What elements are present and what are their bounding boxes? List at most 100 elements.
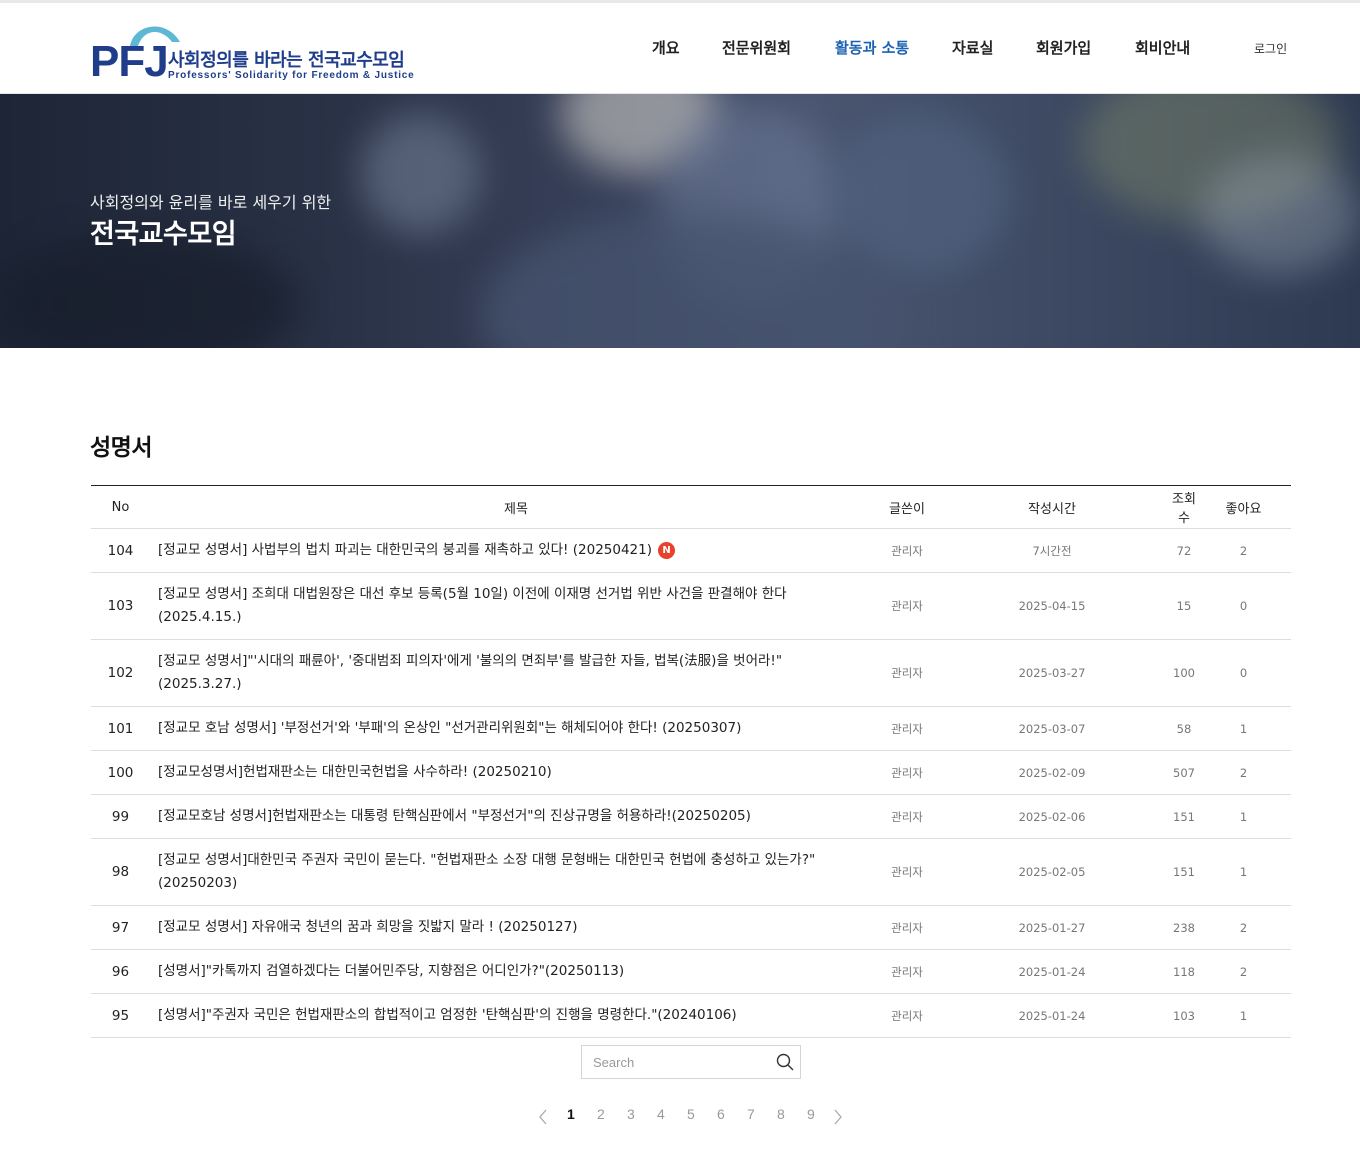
table-row[interactable]: 96 [성명서]"카톡까지 검열하겠다는 더불어민주당, 지향점은 어디인가?"(… <box>91 949 1291 994</box>
row-subject-link[interactable]: [정교모호남 성명서]헌법재판소는 대통령 탄핵심판에서 "부정선거"의 진상규… <box>158 808 751 824</box>
pagination: 1 2 3 4 5 6 7 8 9 <box>530 1106 850 1128</box>
page-6[interactable]: 6 <box>717 1106 725 1122</box>
row-date: 2025-01-27 <box>932 905 1172 950</box>
chevron-left-icon[interactable] <box>538 1109 548 1125</box>
row-number: 96 <box>91 949 150 994</box>
row-author: 관리자 <box>882 750 932 795</box>
hero-title: 전국교수모임 <box>90 219 237 250</box>
row-date: 2025-03-07 <box>932 706 1172 751</box>
row-views: 100 <box>1172 639 1196 707</box>
row-views: 507 <box>1172 750 1196 795</box>
row-subject: [정교모 성명서]대한민국 주권자 국민이 묻는다. "헌법재판소 소장 대행 … <box>150 838 882 906</box>
row-subject: [정교모 성명서] 조희대 대법원장은 대선 후보 등록(5월 10일) 이전에… <box>150 572 882 640</box>
row-views: 118 <box>1172 949 1196 994</box>
row-number: 103 <box>91 572 150 640</box>
page-8[interactable]: 8 <box>777 1106 785 1122</box>
column-header-views: 조회수 <box>1172 485 1196 529</box>
nav-item-join[interactable]: 회원가입 <box>1036 37 1091 58</box>
row-subject: [정교모성명서]헌법재판소는 대한민국헌법을 사수하라! (20250210) <box>150 750 882 795</box>
row-subject: [정교모호남 성명서]헌법재판소는 대통령 탄핵심판에서 "부정선거"의 진상규… <box>150 794 882 839</box>
table-row[interactable]: 97 [정교모 성명서] 자유애국 청년의 꿈과 희망을 짓밟지 말라 ! (20… <box>91 905 1291 950</box>
nav-item-archive[interactable]: 자료실 <box>952 37 993 58</box>
table-row[interactable]: 99 [정교모호남 성명서]헌법재판소는 대통령 탄핵심판에서 "부정선거"의 진… <box>91 794 1291 839</box>
search-icon[interactable] <box>776 1053 794 1071</box>
site-header: PFJ 사회정의를 바라는 전국교수모임 Professors' Solidar… <box>0 3 1360 94</box>
hero-subtitle: 사회정의와 윤리를 바로 세우기 위한 <box>90 193 332 212</box>
table-row[interactable]: 101 [정교모 호남 성명서] '부정선거'와 '부패'의 온상인 "선거관리위… <box>91 706 1291 751</box>
chevron-right-icon[interactable] <box>833 1109 843 1125</box>
table-row[interactable]: 104 [정교모 성명서] 사법부의 법치 파괴는 대한민국의 붕괴를 재촉하고 … <box>91 528 1291 573</box>
row-subject-link[interactable]: [정교모 성명서] 조희대 대법원장은 대선 후보 등록(5월 10일) 이전에… <box>158 586 787 625</box>
row-subject-link[interactable]: [성명서]"카톡까지 검열하겠다는 더불어민주당, 지향점은 어디인가?"(20… <box>158 963 624 979</box>
row-author: 관리자 <box>882 949 932 994</box>
row-subject: [성명서]"주권자 국민은 헌법재판소의 합법적이고 엄정한 '탄핵심판'의 진… <box>150 993 882 1038</box>
page-3[interactable]: 3 <box>627 1106 635 1122</box>
nav-item-activity[interactable]: 활동과 소통 <box>835 37 909 58</box>
row-views: 151 <box>1172 794 1196 839</box>
page-9[interactable]: 9 <box>807 1106 815 1122</box>
row-author: 관리자 <box>882 905 932 950</box>
row-number: 104 <box>91 528 150 573</box>
row-subject: [정교모 성명서] 자유애국 청년의 꿈과 희망을 짓밟지 말라 ! (2025… <box>150 905 882 950</box>
search-box <box>581 1045 801 1079</box>
row-views: 103 <box>1172 993 1196 1038</box>
nav-item-committee[interactable]: 전문위원회 <box>722 37 791 58</box>
row-number: 100 <box>91 750 150 795</box>
row-likes: 0 <box>1196 572 1291 640</box>
page-5[interactable]: 5 <box>687 1106 695 1122</box>
row-subject: [정교모 호남 성명서] '부정선거'와 '부패'의 온상인 "선거관리위원회"… <box>150 706 882 751</box>
logo-name-en: Professors' Solidarity for Freedom & Jus… <box>168 70 415 81</box>
row-likes: 0 <box>1196 639 1291 707</box>
logo-name-kr: 사회정의를 바라는 전국교수모임 <box>168 50 405 71</box>
row-number: 99 <box>91 794 150 839</box>
row-views: 72 <box>1172 528 1196 573</box>
row-author: 관리자 <box>882 838 932 906</box>
nav-item-fee[interactable]: 회비안내 <box>1135 37 1190 58</box>
row-date: 2025-01-24 <box>932 993 1172 1038</box>
row-number: 98 <box>91 838 150 906</box>
table-row[interactable]: 98 [정교모 성명서]대한민국 주권자 국민이 묻는다. "헌법재판소 소장 대… <box>91 838 1291 906</box>
row-subject-link[interactable]: [성명서]"주권자 국민은 헌법재판소의 합법적이고 엄정한 '탄핵심판'의 진… <box>158 1007 737 1023</box>
row-date: 7시간전 <box>932 528 1172 573</box>
row-likes: 1 <box>1196 993 1291 1038</box>
row-number: 95 <box>91 993 150 1038</box>
row-views: 151 <box>1172 838 1196 906</box>
row-subject-link[interactable]: [정교모 성명서]대한민국 주권자 국민이 묻는다. "헌법재판소 소장 대행 … <box>158 852 815 891</box>
row-subject-link[interactable]: [정교모 호남 성명서] '부정선거'와 '부패'의 온상인 "선거관리위원회"… <box>158 720 741 736</box>
row-subject-link[interactable]: [정교모 성명서]"'시대의 패륜아', '중대범죄 피의자'에게 '불의의 면… <box>158 653 782 692</box>
table-row[interactable]: 102 [정교모 성명서]"'시대의 패륜아', '중대범죄 피의자'에게 '불의… <box>91 639 1291 707</box>
row-date: 2025-02-06 <box>932 794 1172 839</box>
column-header-subject: 제목 <box>150 485 882 529</box>
row-views: 58 <box>1172 706 1196 751</box>
row-number: 97 <box>91 905 150 950</box>
login-link[interactable]: 로그인 <box>1254 40 1287 57</box>
table-row[interactable]: 100 [정교모성명서]헌법재판소는 대한민국헌법을 사수하라! (2025021… <box>91 750 1291 795</box>
hero-banner: 사회정의와 윤리를 바로 세우기 위한 전국교수모임 <box>0 94 1360 348</box>
row-subject-link[interactable]: [정교모성명서]헌법재판소는 대한민국헌법을 사수하라! (20250210) <box>158 764 552 780</box>
row-number: 101 <box>91 706 150 751</box>
row-subject-link[interactable]: [정교모 성명서] 사법부의 법치 파괴는 대한민국의 붕괴를 재촉하고 있다!… <box>158 542 652 558</box>
row-author: 관리자 <box>882 639 932 707</box>
page-2[interactable]: 2 <box>597 1106 605 1122</box>
search-input[interactable] <box>582 1046 772 1078</box>
row-views: 238 <box>1172 905 1196 950</box>
row-author: 관리자 <box>882 528 932 573</box>
row-likes: 2 <box>1196 905 1291 950</box>
logo-mark: PFJ <box>90 37 169 86</box>
page-7[interactable]: 7 <box>747 1106 755 1122</box>
row-likes: 2 <box>1196 750 1291 795</box>
nav-item-overview[interactable]: 개요 <box>652 37 680 58</box>
table-row[interactable]: 95 [성명서]"주권자 국민은 헌법재판소의 합법적이고 엄정한 '탄핵심판'의… <box>91 993 1291 1038</box>
row-likes: 1 <box>1196 838 1291 906</box>
row-subject-link[interactable]: [정교모 성명서] 자유애국 청년의 꿈과 희망을 짓밟지 말라 ! (2025… <box>158 919 577 935</box>
page-4[interactable]: 4 <box>657 1106 665 1122</box>
row-date: 2025-01-24 <box>932 949 1172 994</box>
site-logo[interactable]: PFJ 사회정의를 바라는 전국교수모임 Professors' Solidar… <box>90 18 420 84</box>
row-author: 관리자 <box>882 993 932 1038</box>
table-row[interactable]: 103 [정교모 성명서] 조희대 대법원장은 대선 후보 등록(5월 10일) … <box>91 572 1291 640</box>
column-header-date: 작성시간 <box>932 485 1172 529</box>
new-badge: N <box>658 542 675 559</box>
page-1[interactable]: 1 <box>567 1106 575 1122</box>
row-date: 2025-04-15 <box>932 572 1172 640</box>
row-author: 관리자 <box>882 572 932 640</box>
